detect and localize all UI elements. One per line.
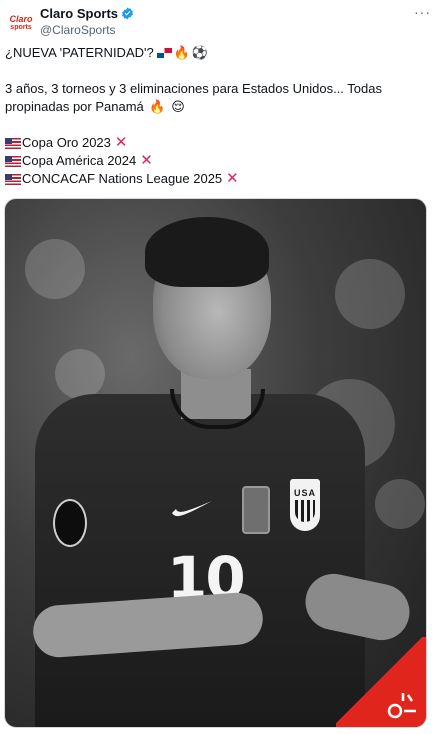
player-hair xyxy=(145,217,269,287)
soccer-ball-emoji-icon: ⚽ xyxy=(191,45,209,60)
tweet-headline: ¿NUEVA 'PATERNIDAD'? xyxy=(5,45,154,60)
sleeve-patch-icon xyxy=(53,499,87,547)
name-row: Claro Sports xyxy=(40,6,134,21)
result-label: CONCACAF Nations League 2025 xyxy=(22,171,223,186)
cross-mark-icon: ✕ xyxy=(114,134,128,151)
nike-swoosh-icon xyxy=(172,501,212,517)
author-block: Claro Sports @ClaroSports xyxy=(40,6,134,37)
fire-emoji-icon: 🔥 xyxy=(173,45,190,60)
cross-mark-icon: ✕ xyxy=(140,152,153,169)
tweet-header: Claro sports Claro Sports @ClaroSports ·… xyxy=(4,4,433,40)
result-label: Copa Oro 2023 xyxy=(22,135,111,150)
claro-sports-logo-icon xyxy=(387,693,416,719)
verified-badge-icon xyxy=(122,7,133,20)
crest-text: USA xyxy=(293,488,316,498)
tweet-text: ¿NUEVA 'PATERNIDAD'? 🔥 ⚽ 3 años, 3 torne… xyxy=(5,44,435,188)
result-item: CONCACAF Nations League 2025 ✕ xyxy=(5,170,435,188)
cross-mark-icon: ✕ xyxy=(226,170,239,187)
usa-flag-icon xyxy=(5,137,21,149)
tweet-line-2: 3 años, 3 torneos y 3 eliminaciones para… xyxy=(5,80,435,116)
relieved-face-emoji-icon: 😌 xyxy=(171,99,185,114)
tweet-photo[interactable]: USA 10 xyxy=(4,198,427,728)
avatar-logo-top: Claro xyxy=(9,13,33,24)
usa-crest-icon: USA xyxy=(290,479,320,531)
result-item: Copa Oro 2023 ✕ xyxy=(5,134,435,152)
tweet-body: 3 años, 3 torneos y 3 eliminaciones para… xyxy=(5,81,382,114)
more-options-icon[interactable]: ··· xyxy=(414,4,431,20)
result-item: Copa América 2024 ✕ xyxy=(5,152,435,170)
display-name[interactable]: Claro Sports xyxy=(40,6,118,21)
avatar[interactable]: Claro sports xyxy=(4,6,38,40)
panama-flag-icon xyxy=(156,48,172,58)
fire-emoji-icon: 🔥 xyxy=(149,99,166,114)
tweet-line-1: ¿NUEVA 'PATERNIDAD'? 🔥 ⚽ xyxy=(5,44,435,62)
handle[interactable]: @ClaroSports xyxy=(40,23,134,37)
avatar-logo-bottom: sports xyxy=(10,23,32,31)
usa-flag-icon xyxy=(5,173,21,185)
result-label: Copa América 2024 xyxy=(22,153,137,168)
trophy-badge-icon xyxy=(242,486,270,534)
usa-flag-icon xyxy=(5,155,21,167)
